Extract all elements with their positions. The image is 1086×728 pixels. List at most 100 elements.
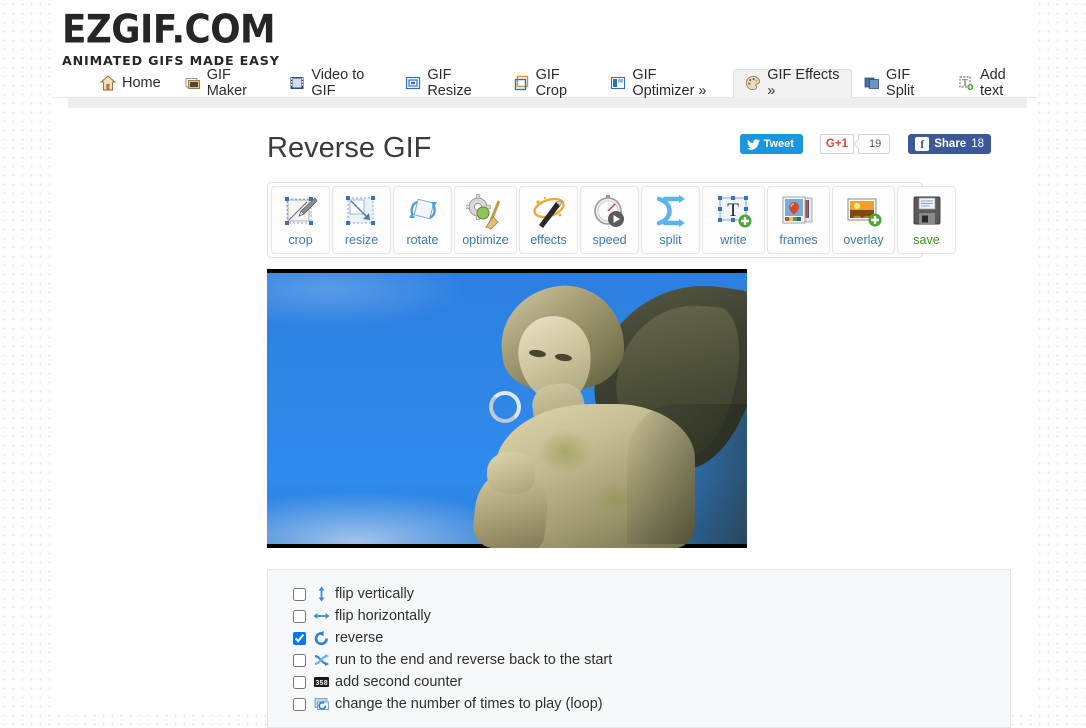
tool-speed[interactable]: speed [580,186,639,254]
main-content: Reverse GIF Tweet G+1 19 f Share 18 crop… [52,108,1037,728]
reverse-icon [313,630,330,646]
loop-icon [313,696,330,712]
option-flip-horizontally[interactable]: flip horizontally [268,605,1010,627]
gif-split-icon [864,75,880,91]
gif-effects-palette-icon [745,75,761,91]
preview-letterbox-top [267,269,747,273]
split-tool-icon [651,193,691,231]
crop-tool-icon [281,193,321,231]
site-logo[interactable]: EZGIF.COM ANIMATED GIFS MADE EASY [62,10,279,67]
gif-resize-icon [405,75,421,91]
tool-label: split [659,233,682,247]
nav-item-gif-effects[interactable]: GIF Effects » [733,67,853,99]
nav-list: Home GIF Maker Video to GIF GIF Resize G… [88,67,1037,99]
add-text-icon: T [958,75,974,91]
title-row: Reverse GIF Tweet G+1 19 f Share 18 [267,128,1037,180]
nav-item-label: GIF Split [886,67,915,99]
option-label: run to the end and reverse back to the s… [335,652,613,668]
option-second-counter[interactable]: 358 add second counter [268,671,1010,693]
effects-tool-icon [529,193,569,231]
tool-overlay[interactable]: overlay [832,186,895,254]
option-loop-count[interactable]: change the number of times to play (loop… [268,693,1010,715]
tool-label: effects [530,233,567,247]
statue-shadow [627,404,747,544]
frames-tool-icon [779,193,819,231]
overlay-tool-icon [844,193,884,231]
nav-item-label: GIF Resize [427,67,472,99]
tool-label: optimize [462,233,509,247]
tool-label: rotate [406,233,439,247]
write-tool-icon: T [714,193,754,231]
tool-label: overlay [843,233,884,247]
option-checkbox[interactable] [293,653,306,667]
flip-horizontal-icon [313,608,330,624]
facebook-share-button[interactable]: f Share 18 [908,134,991,154]
tool-label: write [720,233,747,247]
tweet-button-label: Tweet [763,138,794,150]
site-header: EZGIF.COM ANIMATED GIFS MADE EASY [52,0,1037,68]
gif-optimizer-icon [610,75,626,91]
page-container: EZGIF.COM ANIMATED GIFS MADE EASY Home G… [52,0,1037,728]
tweet-button[interactable]: Tweet [739,134,803,154]
tool-crop[interactable]: crop [271,186,330,254]
nav-item-label: GIF Maker [206,67,247,99]
option-label: flip horizontally [335,608,431,624]
tool-frames[interactable]: frames [767,186,830,254]
gif-maker-icon [185,75,201,91]
option-checkbox[interactable] [293,631,306,645]
svg-text:T: T [962,77,968,87]
facebook-share-label: Share [934,138,967,150]
google-plus-one-button[interactable]: G+1 [819,134,854,154]
svg-text:358: 358 [315,680,328,688]
nav-item-gif-optimizer[interactable]: GIF Optimizer » [598,67,733,99]
nav-item-label: GIF Optimizer » [632,67,707,99]
nav-item-gif-crop[interactable]: GIF Crop [502,67,599,99]
counter-icon: 358 [313,674,330,690]
nav-item-video-to-gif[interactable]: Video to GIF [277,67,393,99]
option-checkbox[interactable] [293,587,306,601]
logo-main-text: EZGIF.COM [62,7,276,53]
pingpong-icon [313,652,330,668]
gif-crop-icon [514,75,530,91]
option-flip-vertically[interactable]: flip vertically [268,583,1010,605]
tool-split[interactable]: split [641,186,700,254]
option-reverse[interactable]: reverse [268,627,1010,649]
nav-divider-strip [68,98,1027,108]
tool-save[interactable]: save [897,186,956,254]
option-checkbox[interactable] [293,609,306,623]
facebook-share-count: 18 [971,138,984,150]
nav-item-gif-resize[interactable]: GIF Resize [393,67,501,99]
option-checkbox[interactable] [293,675,306,689]
google-plus-count[interactable]: 19 [857,134,891,154]
editor-tool-strip: crop resize rotate optimize effects spee… [267,182,956,258]
effect-options-panel: flip vertically flip horizontally revers… [267,569,1011,728]
nav-item-gif-split[interactable]: GIF Split [852,67,946,99]
speed-tool-icon [590,193,630,231]
facebook-f-icon: f [915,137,930,151]
tool-label: resize [344,233,379,247]
tool-optimize[interactable]: optimize [454,186,517,254]
flip-vertical-icon [313,586,330,602]
tool-resize[interactable]: resize [332,186,391,254]
optimize-tool-icon [464,193,506,231]
tool-label: frames [779,233,818,247]
resize-tool-icon [342,193,382,231]
nav-item-label: Add text [979,67,1006,99]
tool-rotate[interactable]: rotate [393,186,452,254]
google-plus-one-label: G+1 [825,138,848,150]
nav-item-label: GIF Crop [535,67,568,99]
home-icon [99,75,117,91]
nav-item-gif-maker[interactable]: GIF Maker [173,67,278,99]
option-checkbox[interactable] [293,697,306,711]
tool-write[interactable]: T write [702,186,765,254]
gif-preview[interactable] [267,269,747,548]
video-to-gif-icon [289,75,305,91]
option-label: change the number of times to play (loop… [335,696,603,712]
statue-hand [487,452,535,494]
option-pingpong[interactable]: run to the end and reverse back to the s… [268,649,1010,671]
nav-item-label: GIF Effects » [767,67,840,99]
nav-item-add-text[interactable]: T Add text [946,67,1037,99]
tool-label: crop [288,233,313,247]
nav-item-home[interactable]: Home [88,69,173,98]
tool-effects[interactable]: effects [519,186,578,254]
